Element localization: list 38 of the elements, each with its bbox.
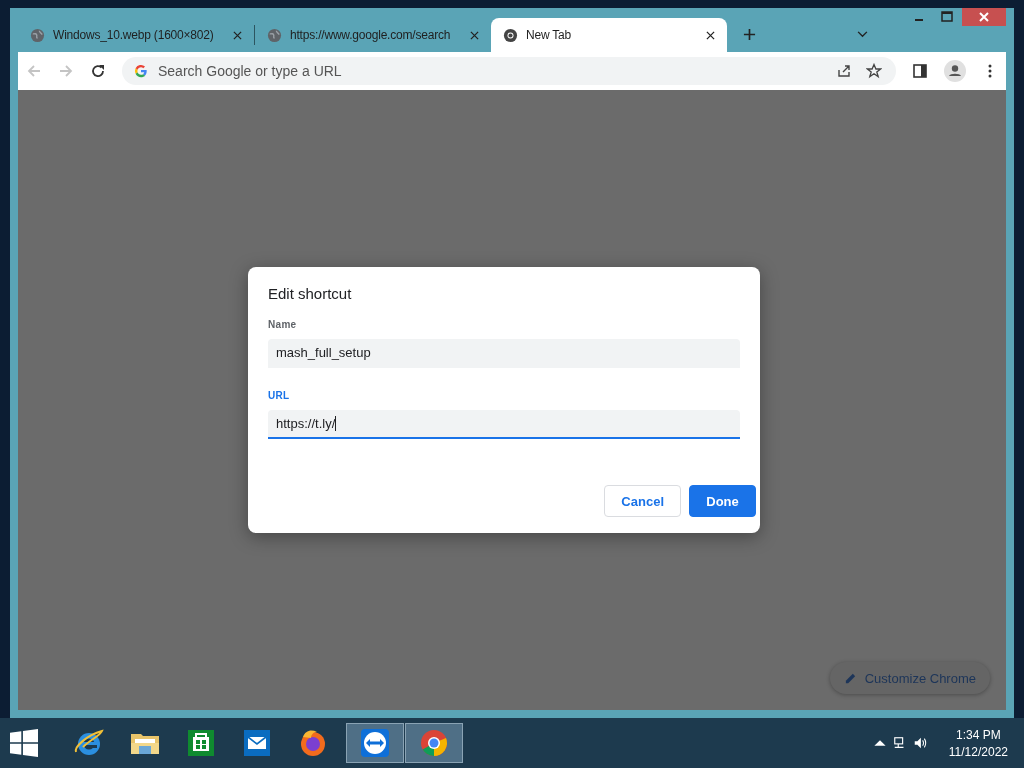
network-icon[interactable]	[892, 736, 907, 750]
new-tab-icon[interactable]	[743, 28, 756, 41]
profile-icon[interactable]	[944, 60, 966, 82]
globe-icon	[267, 27, 282, 43]
chrome-icon	[503, 27, 518, 43]
taskbar-button[interactable]	[346, 723, 404, 763]
field-value: mash_full_setup	[276, 345, 371, 360]
address-bar[interactable]: Search Google or type a URL	[122, 57, 896, 85]
windows-start-icon[interactable]	[10, 729, 38, 757]
star-icon[interactable]	[866, 63, 882, 79]
browser-tab[interactable]: Windows_10.webp (1600×802)	[18, 18, 254, 52]
text-field[interactable]: mash_full_setup	[268, 339, 740, 368]
text-field[interactable]: https://t.ly/	[268, 410, 740, 439]
side-panel-icon[interactable]	[912, 63, 928, 79]
chrome-icon	[418, 727, 450, 759]
pencil-icon	[843, 671, 857, 685]
share-icon[interactable]	[836, 63, 852, 79]
speaker-icon[interactable]	[912, 736, 927, 750]
cancel-button[interactable]: Cancel	[604, 485, 681, 517]
tab-title: Windows_10.webp (1600×802)	[53, 28, 215, 42]
dialog-title: Edit shortcut	[268, 285, 353, 302]
chevron-down-icon[interactable]	[857, 31, 868, 38]
tab-title: New Tab	[526, 28, 573, 42]
clock-date: 11/12/2022	[948, 744, 1008, 759]
done-button[interactable]: Done	[689, 485, 756, 517]
browser-tab[interactable]: https://www.google.com/search	[255, 18, 491, 52]
field-value: https://t.ly/	[276, 416, 336, 431]
browser-tab[interactable]: New Tab	[491, 18, 727, 52]
field-label: URL	[268, 390, 291, 401]
field-label: Name	[268, 319, 298, 330]
close-icon[interactable]	[706, 30, 715, 40]
globe-icon	[30, 27, 45, 43]
reload-icon[interactable]	[90, 63, 106, 79]
clock-time: 1:34 PM	[956, 727, 1001, 742]
google-icon	[134, 64, 148, 78]
shopping-bag-icon	[185, 727, 217, 759]
mail-icon	[241, 727, 273, 759]
tab-title: https://www.google.com/search	[290, 28, 452, 42]
